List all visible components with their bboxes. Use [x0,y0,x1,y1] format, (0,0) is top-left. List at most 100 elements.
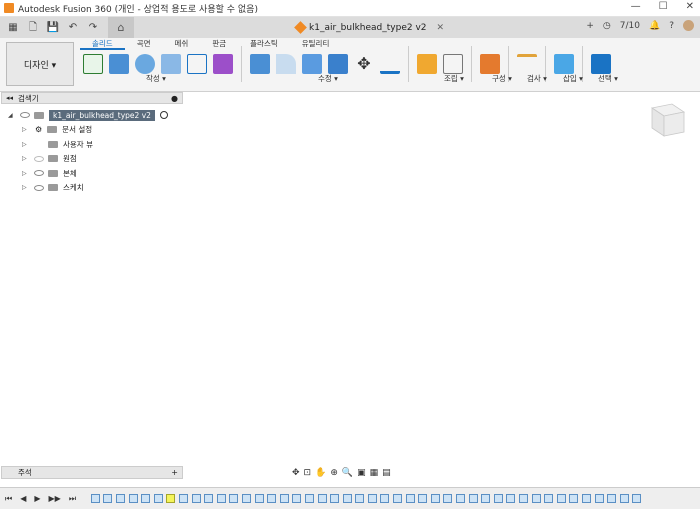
timeline-feature-icon[interactable] [506,494,516,503]
timeline-feature-icon[interactable] [166,494,176,503]
timeline-feature-icon[interactable] [267,494,277,503]
extrude-icon[interactable] [109,54,129,74]
tab-sheet-metal[interactable]: 판금 [200,38,238,50]
timeline-feature-icon[interactable] [418,494,428,503]
timeline-feature-icon[interactable] [531,494,541,503]
group-modify[interactable]: 수정 ▾ [318,73,338,84]
timeline-feature-icon[interactable] [330,494,340,503]
group-create[interactable]: 작성 ▾ [146,73,166,84]
add-comment-button[interactable]: + [171,467,178,478]
maximize-button[interactable]: ☐ [659,1,668,12]
fillet-icon[interactable] [276,54,296,74]
timeline-prev-button[interactable]: ◀ [20,494,26,503]
apps-grid-icon[interactable]: ▦ [6,21,20,35]
timeline-feature-icon[interactable] [430,494,440,503]
combine-icon[interactable] [328,54,348,74]
timeline-feature-icon[interactable] [90,494,100,503]
timeline-feature-icon[interactable] [456,494,466,503]
expand-arrow-icon[interactable]: ▷ [22,126,30,133]
help-icon[interactable]: ? [669,21,674,31]
timeline-feature-icon[interactable] [141,494,151,503]
home-tab-icon[interactable]: ⌂ [108,17,134,38]
timeline-feature-icon[interactable] [556,494,566,503]
move-icon[interactable]: ✥ [354,54,374,74]
revolve-icon[interactable] [135,54,155,74]
group-select[interactable]: 선택 ▾ [598,73,618,84]
timeline-feature-icon[interactable] [632,494,642,503]
notifications-icon[interactable]: 🔔 [649,21,660,31]
comments-panel-header[interactable]: 주석 + [1,466,183,479]
chamfer-icon[interactable] [302,54,322,74]
visibility-eye-icon[interactable] [34,155,44,162]
display-settings-icon[interactable]: ▣ [357,468,366,478]
group-assemble[interactable]: 조립 ▾ [444,73,464,84]
select-icon[interactable] [591,54,611,74]
timeline-feature-icon[interactable] [178,494,188,503]
timeline-feature-icon[interactable] [468,494,478,503]
timeline-feature-icon[interactable] [153,494,163,503]
timeline-feature-icon[interactable] [241,494,251,503]
redo-icon[interactable]: ↷ [86,21,100,35]
measure-icon[interactable] [517,54,537,74]
collapse-browser-icon[interactable]: ◂◂ [6,94,13,102]
timeline-feature-icon[interactable] [254,494,264,503]
align-icon[interactable] [380,54,400,74]
timeline-feature-icon[interactable] [581,494,591,503]
pattern-icon[interactable] [187,54,207,74]
timeline-next-button[interactable]: ▶▶ [49,494,61,503]
timeline-feature-icon[interactable] [544,494,554,503]
timeline-feature-icon[interactable] [292,494,302,503]
tree-root[interactable]: ◢ k1_air_bulkhead_type2 v2 [8,108,183,123]
visibility-eye-icon[interactable] [34,170,44,177]
tab-mesh[interactable]: 메쉬 [163,38,201,50]
minimize-button[interactable]: — [631,1,641,12]
document-close-button[interactable]: ✕ [437,23,445,33]
expand-arrow-icon[interactable]: ◢ [8,112,16,119]
timeline-feature-icon[interactable] [493,494,503,503]
timeline-play-button[interactable]: ▶ [34,494,40,503]
document-tab[interactable]: k1_air_bulkhead_type2 v2 ✕ [294,17,445,38]
timeline-feature-icon[interactable] [519,494,529,503]
undo-icon[interactable]: ↶ [66,21,80,35]
group-insert[interactable]: 삽입 ▾ [563,73,583,84]
expand-arrow-icon[interactable]: ▷ [22,184,30,191]
timeline-feature-icon[interactable] [229,494,239,503]
timeline-feature-icon[interactable] [191,494,201,503]
orbit-icon[interactable]: ✥ [292,468,300,478]
expand-arrow-icon[interactable]: ▷ [22,170,30,177]
job-status-counter[interactable]: 7/10 [620,21,640,31]
new-component-icon[interactable] [417,54,437,74]
timeline-first-button[interactable]: ⏮ [5,494,12,504]
press-pull-icon[interactable] [250,54,270,74]
new-tab-button[interactable]: + [586,21,594,31]
save-icon[interactable]: 💾 [46,21,60,35]
activate-radio-icon[interactable] [159,111,168,120]
create-form-icon[interactable] [213,54,233,74]
offset-plane-icon[interactable] [480,54,500,74]
visibility-eye-icon[interactable] [20,112,30,119]
timeline-last-button[interactable]: ⏭ [69,494,76,504]
tree-item-named-views[interactable]: ▷ 사용자 뷰 [8,137,183,152]
grid-settings-icon[interactable]: ▦ [370,468,379,478]
timeline-feature-icon[interactable] [481,494,491,503]
timeline-feature-icon[interactable] [342,494,352,503]
group-construct[interactable]: 구성 ▾ [492,73,512,84]
tab-utilities[interactable]: 유틸리티 [290,38,342,50]
clock-icon[interactable]: ◷ [603,21,611,31]
insert-image-icon[interactable] [554,54,574,74]
pan-icon[interactable]: ✋ [315,468,326,478]
look-at-icon[interactable]: ⊡ [304,468,312,478]
tree-item-bodies[interactable]: ▷ 본체 [8,166,183,181]
hole-icon[interactable] [161,54,181,74]
timeline-feature-icon[interactable] [594,494,604,503]
tree-item-doc-settings[interactable]: ▷ ⚙ 문서 설정 [8,123,183,138]
timeline-feature-icon[interactable] [393,494,403,503]
expand-arrow-icon[interactable]: ▷ [22,141,30,148]
timeline-feature-icon[interactable] [204,494,214,503]
timeline-feature-icon[interactable] [619,494,629,503]
timeline-feature-icon[interactable] [355,494,365,503]
browser-panel-header[interactable]: ◂◂ 검색기 ● [1,92,183,104]
tab-plastic[interactable]: 플라스틱 [238,38,290,50]
zoom-icon[interactable]: ⊕ [330,468,338,478]
view-cube[interactable] [642,100,686,140]
